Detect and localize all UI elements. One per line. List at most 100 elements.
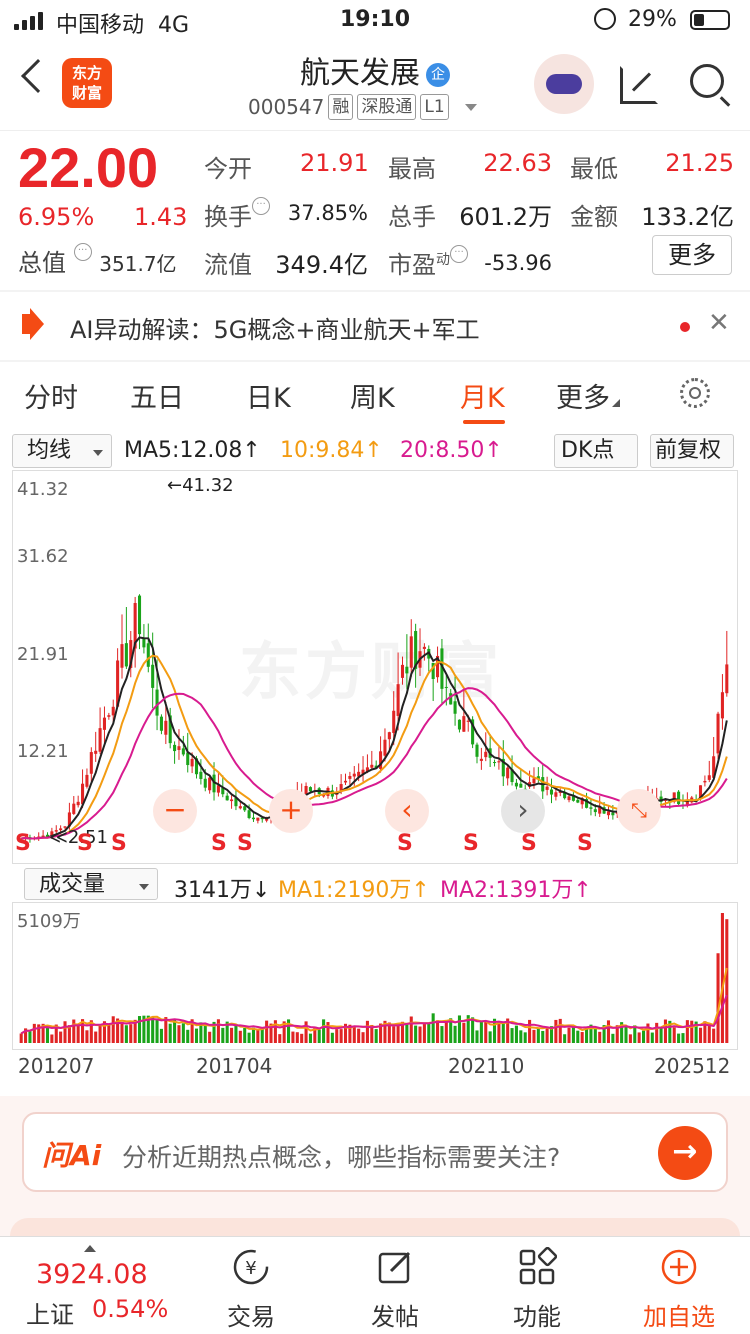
volume-bar xyxy=(725,919,729,1043)
volume-bar xyxy=(392,1026,396,1043)
candle-body xyxy=(409,636,413,668)
volume-bar xyxy=(567,1027,571,1043)
candle-body xyxy=(400,664,405,678)
volume-ma1: MA1:2190万↑ xyxy=(278,878,430,903)
ask-ai-input[interactable]: 问Ai 分析近期热点概念，哪些指标需要关注? → xyxy=(22,1112,728,1192)
signal-s: S xyxy=(521,831,537,856)
share-icon[interactable] xyxy=(620,66,658,104)
y-tick-3: 12.21 xyxy=(17,741,69,762)
tab-post[interactable]: 发帖 xyxy=(340,1247,450,1332)
ask-ai-placeholder: 分析近期热点概念，哪些指标需要关注? xyxy=(122,1143,561,1172)
open-label: 今开 xyxy=(204,155,252,183)
candle-body xyxy=(549,789,554,795)
tab-trade[interactable]: ¥ 交易 xyxy=(196,1247,306,1332)
period-tabs: 分时 五日 日K 周K 月K 更多 xyxy=(0,362,750,428)
candle-body xyxy=(462,716,466,732)
volume-value: 3141万↓ xyxy=(174,878,271,903)
candle-body xyxy=(190,758,194,767)
info-icon[interactable]: ··· xyxy=(252,197,270,215)
svg-text:¥: ¥ xyxy=(245,1258,256,1279)
candle-body xyxy=(343,780,348,783)
tab-add-watchlist[interactable]: 加自选 xyxy=(624,1247,734,1332)
volume-bar xyxy=(19,1033,23,1043)
tab-five-day[interactable]: 五日 xyxy=(130,376,184,415)
volume-bar xyxy=(611,1033,615,1043)
info-icon[interactable]: ··· xyxy=(450,245,468,263)
volume-bar xyxy=(322,1019,326,1043)
volume-chart[interactable]: 5109万 xyxy=(12,902,738,1050)
volume-bar xyxy=(238,1030,242,1043)
volume-label: 总手 xyxy=(388,203,436,231)
volume-bar xyxy=(514,1025,518,1043)
expand-up-icon[interactable] xyxy=(84,1245,96,1252)
dk-point-select[interactable]: DK点 xyxy=(554,434,638,468)
stock-code-line[interactable]: 000547 融 深股通 L1 xyxy=(248,94,477,120)
volume-bar xyxy=(510,1028,514,1043)
volume-bar xyxy=(554,1019,558,1043)
candle-body xyxy=(593,809,597,813)
volume-bar xyxy=(672,1027,676,1043)
candle-body xyxy=(186,752,190,766)
gear-icon[interactable] xyxy=(680,378,710,408)
k-line-chart[interactable]: 东方财富 41.32 31.62 21.91 12.21 ←41.32 ≪2.5… xyxy=(12,470,738,864)
float-cap-value: 349.4亿 xyxy=(275,251,368,279)
tab-monthly-k[interactable]: 月K xyxy=(460,376,505,415)
index-percent: 0.54% xyxy=(92,1295,169,1323)
adjust-select[interactable]: 前复权 xyxy=(650,434,734,468)
volume-bar xyxy=(523,1032,527,1043)
fullscreen-icon[interactable]: ⤡ xyxy=(617,789,661,833)
volume-bar xyxy=(173,1019,177,1043)
volume-bar xyxy=(409,1016,413,1043)
volume-bar xyxy=(536,1027,540,1043)
indicator-select[interactable]: 均线 xyxy=(12,434,112,468)
zoom-in-button[interactable]: + xyxy=(269,789,313,833)
ai-alert-banner[interactable]: AI异动解读：5G概念+商业航天+军工 ✕ xyxy=(0,292,750,360)
candle-body xyxy=(703,780,707,783)
index-value[interactable]: 3924.08 xyxy=(36,1259,148,1290)
candle-body xyxy=(102,717,106,730)
ai-robot-icon[interactable] xyxy=(534,54,594,114)
volume-bar xyxy=(606,1020,611,1043)
close-icon[interactable]: ✕ xyxy=(708,308,730,338)
tab-functions[interactable]: 功能 xyxy=(482,1246,592,1332)
tab-more[interactable]: 更多 xyxy=(556,376,620,415)
search-icon[interactable] xyxy=(690,64,724,98)
volume-bar xyxy=(361,1032,365,1043)
info-icon[interactable]: ··· xyxy=(73,243,92,261)
tab-weekly-k[interactable]: 周K xyxy=(350,376,395,415)
tag-connect: 深股通 xyxy=(357,94,417,120)
candle-body xyxy=(492,762,497,764)
volume-bar xyxy=(422,1023,426,1043)
zoom-out-button[interactable]: − xyxy=(153,789,197,833)
volume-y-max: 5109万 xyxy=(17,911,81,932)
candle-body xyxy=(111,706,115,716)
volume-bar xyxy=(655,1022,659,1043)
quote-panel: 22.00 6.95% 1.43 总值 ··· 351.7亿 今开 21.91 … xyxy=(0,130,750,290)
volume-bar xyxy=(418,1026,422,1043)
change-percent: 6.95% xyxy=(18,203,95,231)
candle-body xyxy=(107,715,111,717)
candle-body xyxy=(208,777,212,791)
more-button[interactable]: 更多 xyxy=(652,235,732,275)
tab-intraday[interactable]: 分时 xyxy=(24,376,78,415)
volume-indicator-select[interactable]: 成交量 xyxy=(24,868,158,900)
volume-indicator-row: 成交量 3141万↓ MA1:2190万↑ MA2:1391万↑ xyxy=(0,866,750,903)
volume-bar xyxy=(216,1019,220,1043)
candle-body xyxy=(576,799,580,803)
y-tick-2: 21.91 xyxy=(17,644,69,665)
volume-bar xyxy=(501,1021,505,1043)
pe-value: -53.96 xyxy=(484,251,552,275)
volume-bar xyxy=(677,1033,681,1043)
volume-bar xyxy=(151,1017,155,1043)
ma-indicator-row: 均线 MA5:12.08↑ 10:9.84↑ 20:8.50↑ DK点 前复权 xyxy=(0,432,750,470)
scroll-right-button[interactable]: › xyxy=(501,789,545,833)
y-tick-1: 31.62 xyxy=(17,546,69,567)
candle-body xyxy=(256,817,260,821)
arrow-right-icon[interactable]: → xyxy=(658,1126,712,1180)
tab-daily-k[interactable]: 日K xyxy=(246,376,291,415)
tag-margin: 融 xyxy=(328,94,354,120)
volume-bar xyxy=(221,1027,225,1043)
volume-bar xyxy=(295,1032,299,1043)
scroll-left-button[interactable]: ‹ xyxy=(385,789,429,833)
volume-bar xyxy=(624,1025,628,1043)
